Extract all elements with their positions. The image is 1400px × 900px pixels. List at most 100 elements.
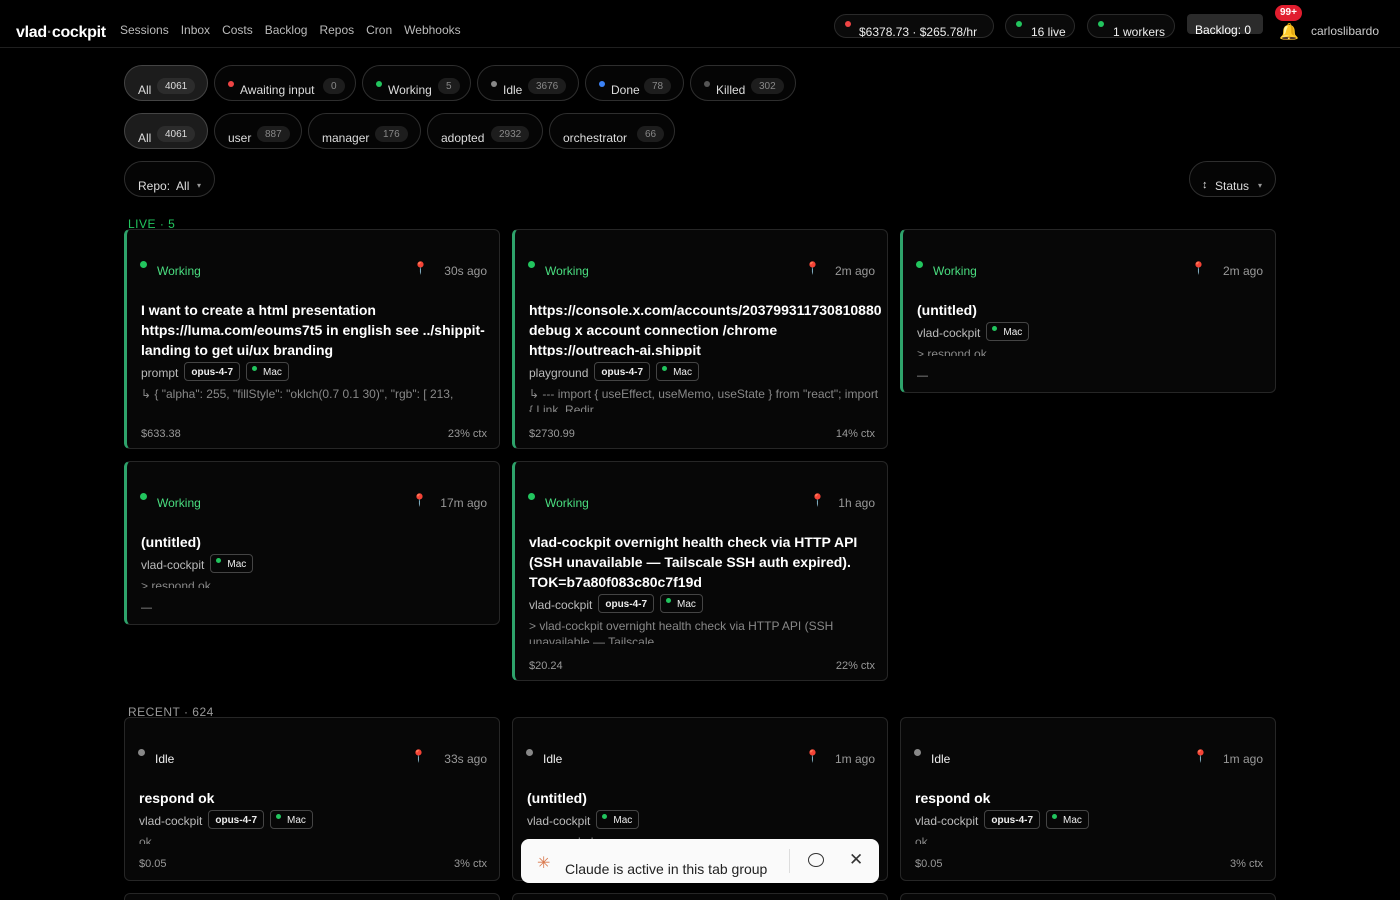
filter-status-all[interactable]: All 4061 <box>124 65 208 101</box>
session-title: (untitled) <box>141 534 201 550</box>
cost-status-dot <box>845 21 851 27</box>
filter-role-all[interactable]: All 4061 <box>124 113 208 149</box>
filter-status-done[interactable]: Done 78 <box>585 65 684 101</box>
session-snippet: > respond ok <box>141 579 211 588</box>
close-icon[interactable]: ✕ <box>849 850 863 870</box>
nav-sessions[interactable]: Sessions <box>120 23 169 37</box>
session-card[interactable] <box>512 893 888 900</box>
host-tag: Mac <box>270 810 313 829</box>
filter-role-user[interactable]: user 887 <box>214 113 302 149</box>
idle-dot <box>491 81 497 87</box>
session-title: I want to create a html presentation htt… <box>141 302 485 358</box>
pin-icon[interactable]: 📍 <box>1191 261 1206 275</box>
workers-status-dot <box>1098 21 1104 27</box>
session-context: 3% ctx <box>1229 858 1263 870</box>
session-meta: vlad-cockpit opus-4-7 Mac <box>529 594 703 613</box>
awaiting-dot <box>228 81 234 87</box>
pin-icon[interactable]: 📍 <box>413 261 428 275</box>
pin-icon[interactable]: 📍 <box>805 261 820 275</box>
status-dot <box>914 749 921 756</box>
nav-backlog[interactable]: Backlog <box>265 23 308 37</box>
session-meta: vlad-cockpit Mac <box>917 322 1030 341</box>
filter-status-killed[interactable]: Killed 302 <box>690 65 796 101</box>
filter-status-awaiting[interactable]: Awaiting input 0 <box>214 65 356 101</box>
host-tag: Mac <box>246 362 289 381</box>
session-card[interactable]: Idle 📍 1m ago respond ok vlad-cockpit opu… <box>900 717 1276 881</box>
session-meta: vlad-cockpit opus-4-7 Mac <box>915 810 1089 829</box>
nav-costs[interactable]: Costs <box>222 23 253 37</box>
session-card[interactable]: Working 📍 17m ago (untitled) vlad-cockpi… <box>124 461 500 625</box>
session-title: respond ok <box>915 790 991 806</box>
model-tag: opus-4-7 <box>598 594 655 613</box>
claude-active-toast: ✳ Claude is active in this tab group ✕ <box>521 839 879 883</box>
pin-icon[interactable]: 📍 <box>1193 749 1208 763</box>
session-card[interactable]: Idle 📍 33s ago respond ok vlad-cockpit op… <box>124 717 500 881</box>
pin-icon[interactable]: 📍 <box>810 493 825 507</box>
session-meta: vlad-cockpit Mac <box>527 810 640 829</box>
pin-icon[interactable]: 📍 <box>412 493 427 507</box>
user-name[interactable]: carloslibardo <box>1311 24 1379 38</box>
sort-status-dropdown[interactable]: ↕ Status ▾ <box>1189 161 1276 197</box>
notification-badge: 99+ <box>1275 5 1302 21</box>
backlog-button[interactable]: Backlog: 0 <box>1187 14 1263 37</box>
session-card[interactable] <box>124 893 500 900</box>
workers-indicator[interactable]: 1 workers <box>1087 14 1175 39</box>
status-dot <box>140 261 147 268</box>
brand-logo[interactable]: vlad·cockpit <box>16 24 106 42</box>
session-placeholder: — <box>917 370 928 382</box>
model-tag: opus-4-7 <box>984 810 1041 829</box>
nav-repos[interactable]: Repos <box>319 23 354 37</box>
filter-role-orchestrator[interactable]: orchestrator 66 <box>549 113 675 149</box>
session-card[interactable]: Working 📍 2m ago (untitled) vlad-cockpit… <box>900 229 1276 393</box>
pin-icon[interactable]: 📍 <box>411 749 426 763</box>
toast-divider <box>789 849 790 873</box>
nav-inbox[interactable]: Inbox <box>181 23 210 37</box>
session-title: vlad-cockpit overnight health check via … <box>529 534 858 590</box>
session-card[interactable]: Working 📍 1h ago vlad-cockpit overnight … <box>512 461 888 681</box>
live-indicator[interactable]: 16 live <box>1005 14 1075 39</box>
host-tag: Mac <box>986 322 1030 341</box>
live-status-dot <box>1016 21 1022 27</box>
chat-icon[interactable] <box>808 853 824 867</box>
chevron-down-icon: ▾ <box>197 181 202 190</box>
filter-role-manager[interactable]: manager 176 <box>308 113 421 149</box>
host-tag: Mac <box>1046 810 1089 829</box>
nav-webhooks[interactable]: Webhooks <box>404 23 460 37</box>
killed-dot <box>704 81 710 87</box>
filter-role-adopted[interactable]: adopted 2932 <box>427 113 543 149</box>
bell-icon[interactable]: 🔔 <box>1279 22 1299 42</box>
host-tag: Mac <box>596 810 640 829</box>
session-cost: $0.05 <box>915 858 943 870</box>
model-tag: opus-4-7 <box>184 362 241 381</box>
session-cost: $633.38 <box>141 428 181 440</box>
status-dot <box>526 749 533 756</box>
filter-status-working[interactable]: Working 5 <box>362 65 471 101</box>
status-dot <box>528 261 535 268</box>
repo-filter-dropdown[interactable]: Repo: All ▾ <box>124 161 215 197</box>
session-context: 23% ctx <box>447 428 487 440</box>
chevron-down-icon: ▾ <box>1258 181 1263 190</box>
session-card[interactable] <box>900 893 1276 900</box>
session-card[interactable]: Working 📍 30s ago I want to create a htm… <box>124 229 500 449</box>
session-snippet: > respond ok <box>917 347 987 356</box>
done-dot <box>599 81 605 87</box>
session-context: 14% ctx <box>835 428 875 440</box>
session-snippet: ok <box>915 835 928 844</box>
session-context: 3% ctx <box>453 858 487 870</box>
session-card[interactable]: Working 📍 2m ago https://console.x.com/a… <box>512 229 888 449</box>
session-context: 22% ctx <box>835 660 875 672</box>
model-tag: opus-4-7 <box>208 810 265 829</box>
working-dot <box>376 81 382 87</box>
claude-logo-icon: ✳ <box>537 855 551 872</box>
pin-icon[interactable]: 📍 <box>805 749 820 763</box>
session-meta: vlad-cockpit Mac <box>141 554 254 573</box>
nav-cron[interactable]: Cron <box>366 23 392 37</box>
host-tag: Mac <box>656 362 699 381</box>
cost-indicator[interactable]: $6378.73 · $265.78/hr <box>834 14 994 39</box>
session-snippet: ↳ { "alpha": 255, "fillStyle": "oklch(0.… <box>141 387 454 401</box>
main-nav: Sessions Inbox Costs Backlog Repos Cron … <box>120 23 461 37</box>
session-cost: $2730.99 <box>529 428 575 440</box>
session-title: respond ok <box>139 790 215 806</box>
session-title: (untitled) <box>527 790 587 806</box>
filter-status-idle[interactable]: Idle 3676 <box>477 65 579 101</box>
